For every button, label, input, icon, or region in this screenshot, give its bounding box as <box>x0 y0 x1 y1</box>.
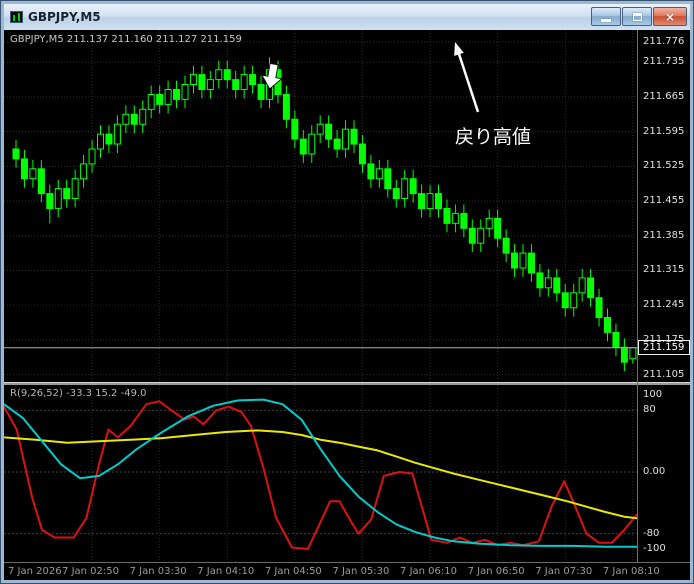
price-tick-label: 211.595 <box>643 125 685 137</box>
restore-button[interactable] <box>622 7 652 26</box>
price-tick-label: 211.525 <box>643 160 685 172</box>
close-icon: × <box>664 9 676 24</box>
indicator-panel[interactable] <box>4 385 637 562</box>
time-tick-label: 7 Jan 06:10 <box>400 566 457 577</box>
chart-window: GBPJPY,M5 × 戻り高値 211.159 211.776 211.735 2… <box>0 0 694 584</box>
close-button[interactable]: × <box>653 7 687 26</box>
titlebar[interactable]: GBPJPY,M5 × <box>4 4 690 30</box>
restore-icon <box>632 12 642 21</box>
time-tick-label: 7 Jan 2026 <box>8 566 62 577</box>
price-tick-label: 211.175 <box>643 333 685 345</box>
price-tick-label: 211.776 <box>643 35 685 47</box>
price-tick-label: 211.665 <box>643 90 685 102</box>
indicator-tick-label: 80 <box>643 404 656 416</box>
time-axis[interactable]: 7 Jan 2026 7 Jan 02:50 7 Jan 03:30 7 Jan 04… <box>4 562 690 580</box>
time-tick-label: 7 Jan 07:30 <box>535 566 593 577</box>
indicator-tick-label: 100 <box>643 389 663 400</box>
chart-client-area: 戻り高値 211.159 211.776 211.735 211.665 211.59… <box>4 30 690 580</box>
price-tick-label: 211.455 <box>643 195 685 207</box>
time-tick-label: 7 Jan 08:10 <box>602 566 660 577</box>
annotation-arrow <box>454 42 480 113</box>
price-tick-label: 211.245 <box>643 299 685 311</box>
time-tick-label: 7 Jan 05:30 <box>332 566 390 577</box>
indicator-tick-label: -100 <box>643 543 666 554</box>
minimize-button[interactable] <box>591 7 621 26</box>
candles <box>12 57 637 372</box>
time-tick-label: 7 Jan 06:50 <box>467 566 525 577</box>
price-tick-label: 211.315 <box>643 264 685 276</box>
time-tick-label: 7 Jan 03:30 <box>129 566 187 577</box>
chart-icon <box>10 11 23 23</box>
window-title: GBPJPY,M5 <box>28 10 101 24</box>
annotation-text: 戻り高値 <box>455 126 531 148</box>
indicator-line-yellow <box>4 429 637 520</box>
time-tick-label: 7 Jan 04:10 <box>197 566 255 577</box>
price-tick-label: 211.385 <box>643 229 685 241</box>
price-tick-label: 211.735 <box>643 56 685 68</box>
ohlc-readout: GBPJPY,M5 211.137 211.160 211.127 211.15… <box>10 34 242 45</box>
main-price-chart[interactable]: 戻り高値 <box>4 30 637 382</box>
price-axis[interactable]: 211.159 211.776 211.735 211.665 211.595 211.… <box>637 30 690 562</box>
indicator-line-cyan <box>4 398 637 548</box>
indicator-tick-label: -80 <box>643 527 660 539</box>
minimize-icon <box>601 19 611 22</box>
indicator-levels <box>4 409 637 535</box>
indicator-readout: R(9,26,52) -33.3 15.2 -49.0 <box>10 388 147 399</box>
indicator-tick-label: 0.00 <box>643 466 666 477</box>
time-tick-label: 7 Jan 04:50 <box>264 566 322 577</box>
chart-grid <box>4 30 637 382</box>
price-tick-label: 211.105 <box>643 368 685 380</box>
time-tick-label: 7 Jan 02:50 <box>62 566 119 577</box>
